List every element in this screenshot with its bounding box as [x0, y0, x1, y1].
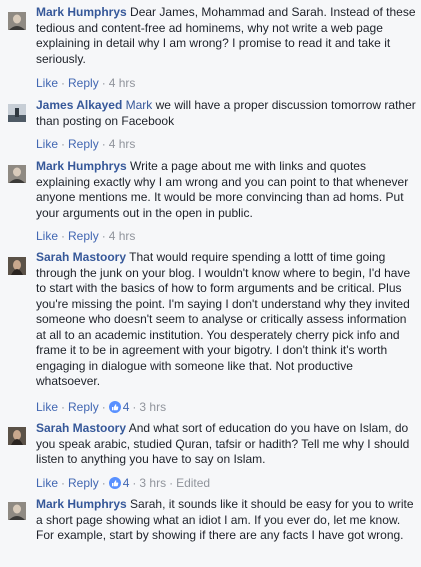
reply-link[interactable]: Reply	[68, 229, 99, 243]
comment-author[interactable]: Mark Humphrys	[36, 159, 127, 173]
avatar[interactable]	[8, 427, 26, 445]
avatar[interactable]	[8, 12, 26, 30]
like-link[interactable]: Like	[36, 76, 58, 90]
avatar[interactable]	[8, 257, 26, 275]
comment-actions: Like · Reply · 4 hrs	[36, 76, 136, 90]
like-count-badge[interactable]: 4	[108, 476, 129, 490]
like-link[interactable]: Like	[36, 476, 58, 490]
comment-body: Mark Humphrys Dear James, Mohammad and S…	[36, 5, 418, 67]
like-link[interactable]: Like	[36, 137, 58, 151]
like-link[interactable]: Like	[36, 400, 58, 414]
comment-actions: Like · Reply · 4 hrs	[36, 229, 136, 243]
comment-time[interactable]: 4 hrs	[109, 229, 136, 243]
reply-link[interactable]: Reply	[68, 76, 99, 90]
comment-body: Mark Humphrys Sarah, it sounds like it s…	[36, 497, 418, 544]
comment-author[interactable]: Sarah Mastoory	[36, 421, 126, 435]
comment-body: James Alkayed Mark we will have a proper…	[36, 98, 418, 129]
avatar[interactable]	[8, 104, 26, 122]
comment-body: Mark Humphrys Write a page about me with…	[36, 159, 418, 221]
comment-actions: Like · Reply · 4 hrs	[36, 137, 136, 151]
comment-actions: Like · Reply · 4 · 3 hrs	[36, 400, 167, 414]
comment-actions: Like · Reply · 4 · 3 hrs · Edited	[36, 476, 211, 490]
thumbs-up-icon	[108, 477, 121, 489]
comment-text: That would require spending a lottt of t…	[36, 250, 411, 388]
comment-time[interactable]: 4 hrs	[109, 137, 136, 151]
comment-body: Sarah Mastoory And what sort of educatio…	[36, 421, 418, 468]
comment-time[interactable]: 4 hrs	[109, 76, 136, 90]
comment-mention[interactable]: Mark	[126, 98, 153, 112]
comment-author[interactable]: James Alkayed	[36, 98, 122, 112]
comment-time[interactable]: 3 hrs	[139, 476, 166, 490]
reply-link[interactable]: Reply	[68, 137, 99, 151]
reply-link[interactable]: Reply	[68, 476, 99, 490]
reply-link[interactable]: Reply	[68, 400, 99, 414]
thumbs-up-icon	[108, 401, 121, 413]
comment-body: Sarah Mastoory That would require spendi…	[36, 250, 418, 390]
avatar[interactable]	[8, 165, 26, 183]
like-link[interactable]: Like	[36, 229, 58, 243]
comment-author[interactable]: Mark Humphrys	[36, 497, 127, 511]
edited-label[interactable]: Edited	[176, 476, 210, 490]
comment-author[interactable]: Sarah Mastoory	[36, 250, 126, 264]
like-count-badge[interactable]: 4	[108, 400, 129, 414]
comment-time[interactable]: 3 hrs	[139, 400, 166, 414]
comment-author[interactable]: Mark Humphrys	[36, 5, 127, 19]
avatar[interactable]	[8, 502, 26, 520]
